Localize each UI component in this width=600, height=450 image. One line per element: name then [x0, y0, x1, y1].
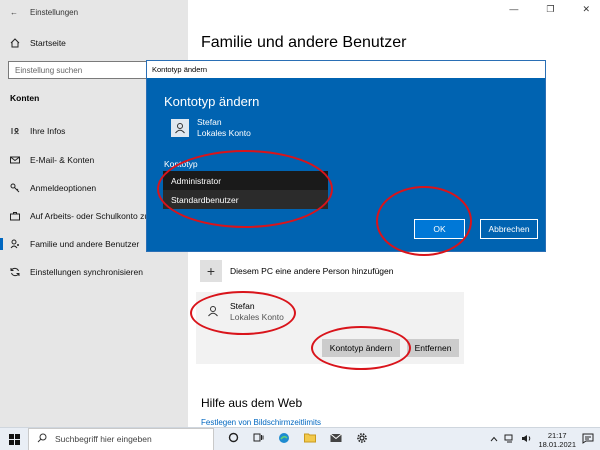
mail-app-icon[interactable]: [330, 433, 342, 446]
remove-button[interactable]: Entfernen: [407, 339, 459, 357]
sidebar-item-label: Ihre Infos: [30, 126, 66, 136]
dialog-heading: Kontotyp ändern: [164, 94, 260, 109]
search-placeholder: Einstellung suchen: [15, 65, 83, 75]
dialog-user: Stefan Lokales Konto: [171, 117, 251, 139]
task-view-icon[interactable]: [253, 432, 264, 446]
annotation-ellipse-change-button: [311, 326, 411, 370]
home-icon: [10, 38, 20, 48]
window-titlebar: ← Einstellungen: [10, 6, 78, 18]
system-tray: 21:17 18.01.2021: [490, 428, 594, 450]
sidebar-item-email[interactable]: E-Mail- & Konten: [10, 155, 94, 165]
notification-center-icon[interactable]: [582, 433, 594, 446]
help-link[interactable]: Festlegen von Bildschirmzeitlimits: [201, 418, 321, 427]
clock-date: 18.01.2021: [538, 439, 576, 449]
sidebar-item-label: E-Mail- & Konten: [30, 155, 95, 165]
network-icon[interactable]: [504, 434, 515, 445]
sync-icon: [10, 267, 20, 277]
briefcase-icon: [10, 211, 20, 221]
search-icon: [37, 433, 47, 445]
key-icon: [10, 183, 20, 193]
file-explorer-icon[interactable]: [304, 432, 316, 446]
window-title: Einstellungen: [30, 7, 79, 17]
taskbar-search-placeholder: Suchbegriff hier eingeben: [55, 434, 152, 444]
clock[interactable]: 21:17 18.01.2021: [538, 431, 576, 449]
add-person-row[interactable]: + Diesem PC eine andere Person hinzufüge…: [200, 260, 394, 282]
user-avatar-icon: [171, 119, 189, 137]
window-controls: — ❐ ✕: [509, 4, 590, 15]
dialog-titlebar: Kontotyp ändern: [147, 61, 545, 78]
sidebar-item-label: Anmeldeoptionen: [30, 183, 97, 193]
help-title: Hilfe aus dem Web: [201, 396, 303, 410]
plus-icon: +: [200, 260, 222, 282]
dialog-user-name: Stefan: [197, 117, 222, 127]
taskbar-search-input[interactable]: Suchbegriff hier eingeben: [28, 427, 214, 450]
sidebar-item-ihre-infos[interactable]: Ihre Infos: [10, 126, 65, 136]
edge-browser-icon[interactable]: [278, 432, 290, 447]
taskbar-icons: [228, 432, 368, 447]
windows-start-icon[interactable]: [0, 428, 28, 450]
annotation-ellipse-ok: [376, 186, 472, 256]
dialog-user-type: Lokales Konto: [197, 128, 251, 138]
sidebar-item-label: Familie und andere Benutzer: [30, 239, 140, 249]
maximize-button[interactable]: ❐: [546, 4, 554, 15]
family-icon: [10, 239, 20, 249]
sidebar-item-label: Startseite: [30, 38, 66, 48]
annotation-ellipse-user: [190, 291, 296, 335]
cancel-button[interactable]: Abbrechen: [480, 219, 538, 239]
chevron-up-icon[interactable]: [490, 435, 498, 444]
cortana-icon[interactable]: [228, 432, 239, 446]
section-title: Konten: [10, 93, 40, 103]
taskbar: Suchbegriff hier eingeben 21:17 18.01.20…: [0, 427, 600, 450]
person-card-icon: [10, 126, 20, 136]
active-indicator: [0, 238, 3, 250]
settings-gear-icon[interactable]: [356, 432, 368, 447]
back-arrow-icon[interactable]: ←: [10, 8, 18, 17]
volume-icon[interactable]: [521, 434, 532, 445]
annotation-ellipse-dropdown: [157, 150, 333, 228]
clock-time: 21:17: [547, 430, 567, 440]
sidebar-item-sync[interactable]: Einstellungen synchronisieren: [10, 267, 143, 277]
sidebar-item-label: Einstellungen synchronisieren: [30, 267, 143, 277]
add-person-label: Diesem PC eine andere Person hinzufügen: [230, 266, 394, 276]
mail-icon: [10, 155, 20, 165]
sidebar-item-home[interactable]: Startseite: [10, 38, 66, 48]
close-button[interactable]: ✕: [582, 4, 590, 15]
sidebar-item-familie[interactable]: Familie und andere Benutzer: [10, 239, 139, 249]
page-title: Familie und andere Benutzer: [201, 34, 407, 51]
sidebar-item-anmeldeoptionen[interactable]: Anmeldeoptionen: [10, 183, 96, 193]
minimize-button[interactable]: —: [509, 4, 518, 15]
